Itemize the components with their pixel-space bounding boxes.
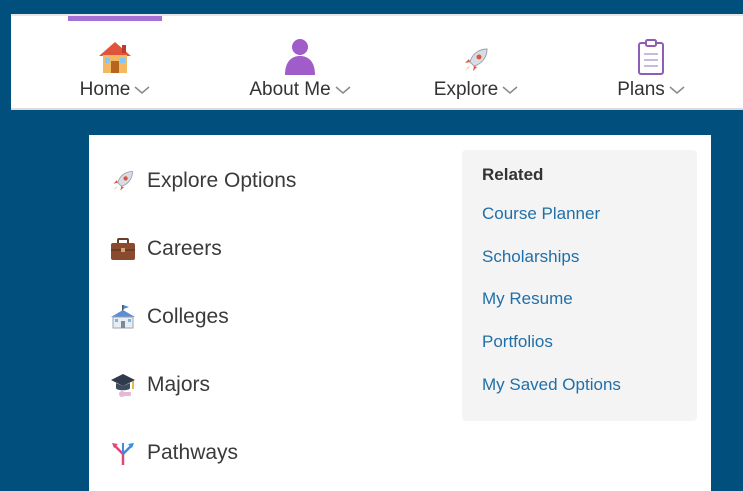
nav-item-about-me[interactable]: About Me — [241, 16, 359, 110]
menu-item-explore-options[interactable]: Explore Options — [109, 164, 296, 198]
nav-item-explore[interactable]: Explore — [428, 16, 524, 110]
chevron-down-icon — [669, 86, 685, 94]
rocket-icon — [461, 35, 491, 75]
related-link-portfolios[interactable]: Portfolios — [482, 332, 553, 352]
person-icon — [283, 35, 317, 75]
related-link-my-saved-options[interactable]: My Saved Options — [482, 375, 621, 395]
nav-item-plans[interactable]: Plans — [611, 16, 691, 110]
menu-item-colleges[interactable]: Colleges — [109, 300, 229, 334]
chevron-down-icon — [134, 86, 150, 94]
nav-item-about-me-label: About Me — [249, 79, 331, 100]
nav-item-explore-label: Explore — [433, 79, 499, 100]
related-title: Related — [482, 165, 544, 184]
related-links-box: Related Course Planner Scholarships My R… — [462, 150, 697, 421]
chevron-down-icon — [502, 86, 518, 94]
school-building-icon — [109, 303, 137, 331]
graduation-cap-icon — [109, 371, 137, 399]
house-icon — [97, 35, 133, 75]
nav-item-plans-label: Plans — [617, 79, 665, 100]
menu-item-label: Majors — [147, 373, 211, 396]
menu-item-careers[interactable]: Careers — [109, 232, 222, 266]
nav-item-home[interactable]: Home — [68, 16, 162, 110]
rocket-icon — [109, 167, 137, 195]
menu-item-pathways[interactable]: Pathways — [109, 436, 238, 470]
nav-item-home-label: Home — [79, 79, 131, 100]
menu-item-majors[interactable]: Majors — [109, 368, 210, 402]
clipboard-icon — [637, 35, 665, 75]
menu-item-label: Pathways — [147, 441, 239, 464]
briefcase-icon — [109, 235, 137, 263]
menu-item-label: Colleges — [147, 305, 229, 328]
explore-dropdown-panel: Explore Options Careers Colleges Majors … — [89, 135, 711, 491]
pathways-icon — [109, 439, 137, 467]
related-link-my-resume[interactable]: My Resume — [482, 289, 573, 309]
related-link-course-planner[interactable]: Course Planner — [482, 204, 600, 224]
related-link-scholarships[interactable]: Scholarships — [482, 247, 579, 267]
chevron-down-icon — [335, 86, 351, 94]
menu-item-label: Explore Options — [147, 169, 297, 192]
menu-item-label: Careers — [147, 237, 222, 260]
top-nav-bar: Home About Me Explore Plans — [11, 14, 743, 110]
